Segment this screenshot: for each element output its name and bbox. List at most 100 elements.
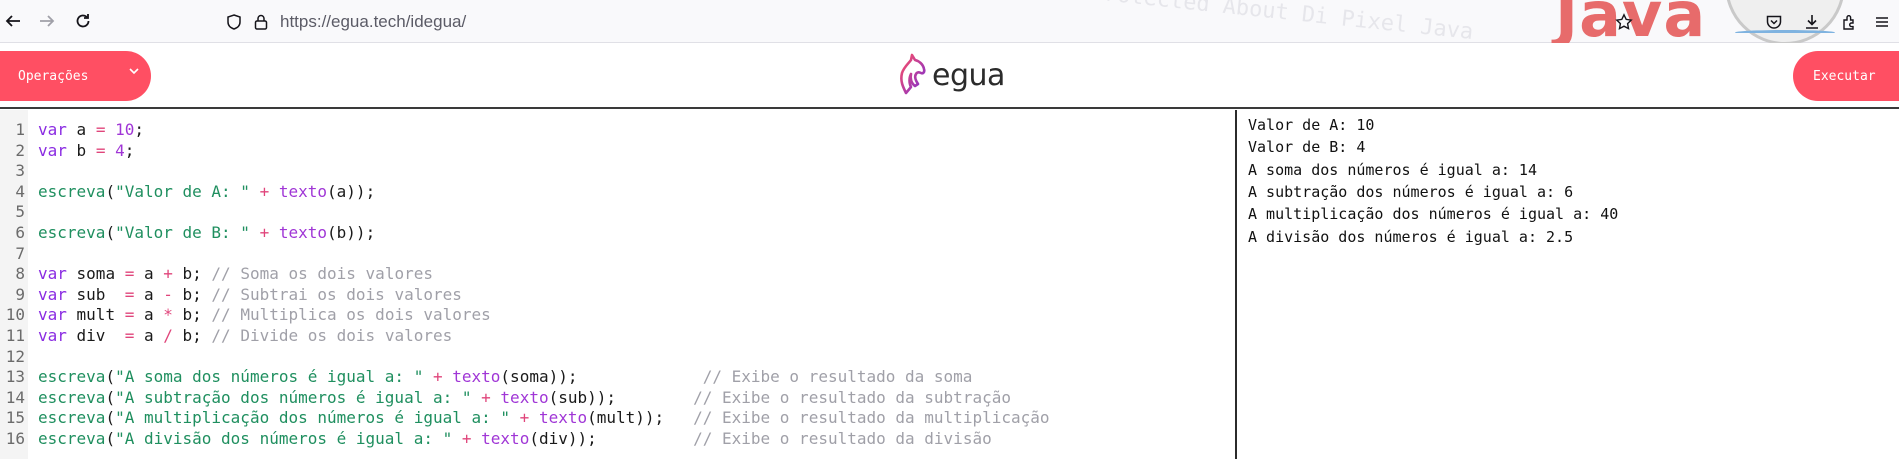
code-token: + xyxy=(259,223,270,242)
run-button[interactable]: Executar xyxy=(1793,51,1899,101)
operations-label: Operações xyxy=(18,68,89,84)
output-line: A multiplicação dos números é igual a: 4… xyxy=(1248,205,1619,224)
code-token: + xyxy=(481,387,491,407)
line-number: 10 xyxy=(5,305,25,325)
code-text: escreva("A soma dos números é igual a: "… xyxy=(38,367,972,387)
url-host: https://egua.tech xyxy=(280,12,406,31)
code-token: texto xyxy=(278,181,328,201)
line-number: 11 xyxy=(5,326,25,345)
code-token: a xyxy=(134,284,164,304)
code-token: = xyxy=(95,120,106,139)
egua-logo: egua xyxy=(896,53,1005,97)
code-text: var div = a / b; // Divide os dois valor… xyxy=(38,326,452,346)
code-token: ( xyxy=(105,408,116,428)
pocket-icon[interactable] xyxy=(1762,10,1786,34)
back-icon[interactable] xyxy=(0,8,26,34)
code-token: + xyxy=(461,429,472,448)
code-token: ( xyxy=(105,367,116,387)
code-token: // Exibe o resultado da subtração xyxy=(693,387,1011,407)
code-text: var soma = a + b; // Soma os dois valore… xyxy=(38,264,433,284)
code-text: escreva("Valor de A: " + texto(a)); xyxy=(38,182,375,202)
code-token: escreva xyxy=(38,408,106,428)
line-number: 2 xyxy=(15,140,25,160)
chevron-down-icon xyxy=(128,63,140,81)
code-token: a xyxy=(134,305,164,325)
code-editor[interactable]: 1 var a = 10; 2 var b = 4; 3 4 escreva("Valor … xyxy=(0,110,1235,459)
lock-icon[interactable] xyxy=(249,10,273,34)
line-number: 15 xyxy=(5,408,25,428)
code-token: "A divisão dos números é igual a: " xyxy=(115,429,453,448)
code-token: var xyxy=(38,264,67,284)
code-text: escreva("A divisão dos números é igual a… xyxy=(38,429,992,449)
run-label: Executar xyxy=(1813,68,1876,84)
code-token: b; xyxy=(172,305,212,325)
code-token: // Divide os dois valores xyxy=(211,326,453,345)
code-text: escreva("A multiplicação dos números é i… xyxy=(38,408,1050,428)
code-token: // Exibe o resultado da divisão xyxy=(693,429,992,448)
code-token: texto xyxy=(538,408,588,428)
code-token: * xyxy=(163,305,173,325)
code-token: "A soma dos números é igual a: " xyxy=(115,367,424,387)
logo-text: egua xyxy=(932,57,1005,93)
download-icon[interactable] xyxy=(1800,10,1824,34)
line-number: 1 xyxy=(15,120,25,139)
code-token: (a)); xyxy=(327,181,376,201)
code-token: ( xyxy=(105,223,116,242)
line-number: 8 xyxy=(15,264,25,284)
code-token: ( xyxy=(105,181,116,201)
output-line: A divisão dos números é igual a: 2.5 xyxy=(1248,227,1574,246)
menu-icon[interactable] xyxy=(1870,10,1894,34)
forward-icon[interactable] xyxy=(34,8,60,34)
code-token: texto xyxy=(500,387,549,407)
code-token: (mult)); xyxy=(587,408,694,428)
code-token: "Valor de A: " xyxy=(115,181,250,201)
app-header: Operações egua Executar xyxy=(0,43,1899,109)
code-token: sub xyxy=(66,284,125,304)
code-token: soma xyxy=(66,264,125,284)
code-token: "Valor de B: " xyxy=(115,223,250,242)
code-token: = xyxy=(124,284,135,304)
code-token: ; xyxy=(124,140,135,160)
code-token: 10 xyxy=(115,120,135,139)
code-token: - xyxy=(163,284,173,304)
output-line: A soma dos números é igual a: 14 xyxy=(1248,160,1537,179)
code-token: escreva xyxy=(38,181,106,201)
code-text: var b = 4; xyxy=(38,141,134,161)
code-token: "A subtração dos números é igual a: " xyxy=(115,387,472,407)
url-bar[interactable]: https://egua.tech/idegua/ xyxy=(280,12,466,32)
code-token: texto xyxy=(278,223,328,242)
reload-icon[interactable] xyxy=(70,8,96,34)
code-token: // Subtrai os dois valores xyxy=(211,284,462,304)
code-token: // Soma os dois valores xyxy=(211,264,433,284)
shield-icon[interactable] xyxy=(222,10,246,34)
code-token: mult xyxy=(66,305,125,325)
code-text: escreva("Valor de B: " + texto(b)); xyxy=(38,223,375,243)
line-number: 5 xyxy=(15,202,25,222)
code-token: 4 xyxy=(115,140,125,160)
code-token: (div)); xyxy=(529,429,694,448)
code-token: b xyxy=(66,140,96,160)
code-token: texto xyxy=(481,429,530,448)
output-line: A subtração dos números é igual a: 6 xyxy=(1248,182,1574,201)
browser-toolbar: https://egua.tech/idegua/ Protected Abou… xyxy=(0,0,1899,51)
code-token: a xyxy=(66,120,96,139)
star-icon[interactable] xyxy=(1612,10,1636,34)
extensions-icon[interactable] xyxy=(1838,10,1862,34)
output-line: Valor de A: 10 xyxy=(1248,116,1375,134)
code-token: escreva xyxy=(38,367,106,387)
line-number: 16 xyxy=(5,429,25,448)
line-number: 6 xyxy=(15,223,25,242)
url-path: /idegua/ xyxy=(405,12,467,31)
line-number: 14 xyxy=(5,387,25,407)
code-token: texto xyxy=(452,367,501,387)
code-token: ( xyxy=(105,429,116,448)
